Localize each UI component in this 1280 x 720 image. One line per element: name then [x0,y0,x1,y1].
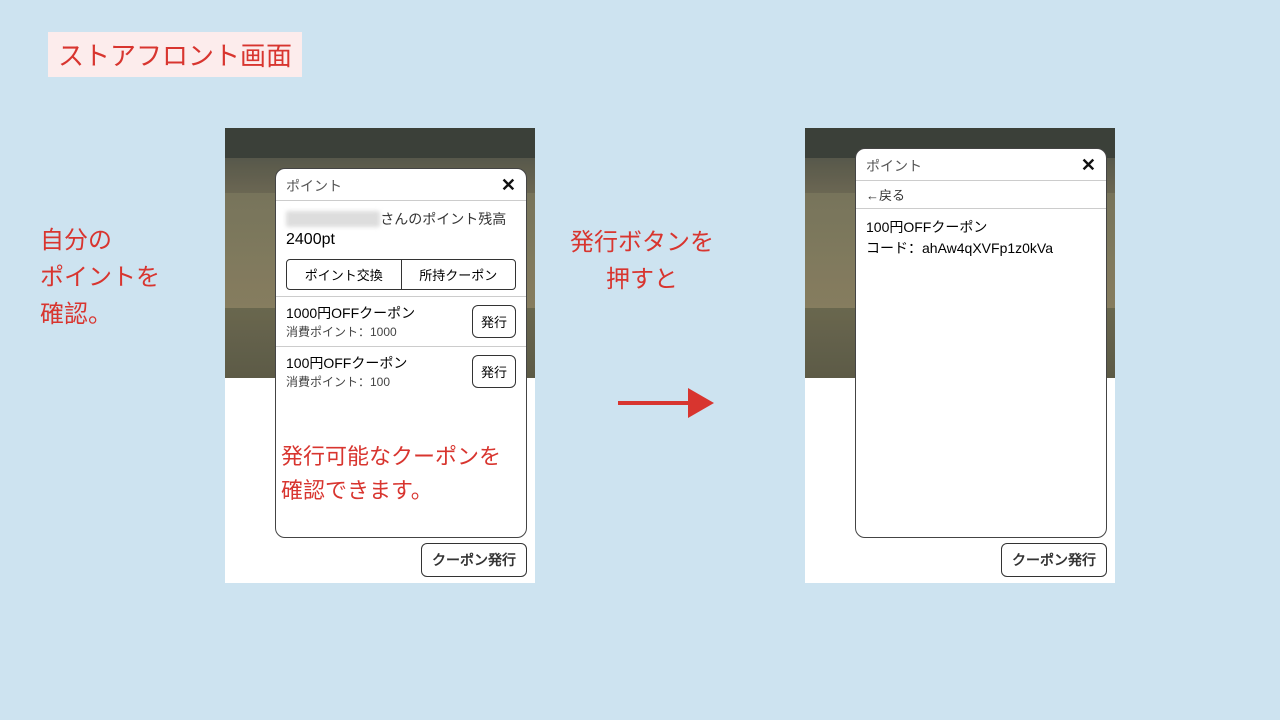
close-icon[interactable]: ✕ [1081,155,1096,176]
coupon-issue-footer-button[interactable]: クーポン発行 [1001,543,1107,577]
storefront-screenshot-right: ポイント ✕ ←戻る 100円OFFクーポン コード：ahAw4qXVFp1z0… [805,128,1115,583]
arrow-right-icon [618,388,718,418]
caption-check-points: 自分の ポイントを 確認。 [40,222,160,334]
coupon-title: 1000円OFFクーポン [286,303,415,323]
balance-owner-line: ShimodaKeikoさんのポイント残高 [276,201,526,229]
caption-available-coupons: 発行可能なクーポンを 確認できます。 [281,440,501,508]
customer-name-blurred: ShimodaKeiko [286,211,380,227]
modal-title: ポイント [866,156,922,176]
coupon-cost: 消費ポイント：1000 [286,323,415,340]
coupon-title: 100円OFFクーポン [286,353,407,373]
page-title: ストアフロント画面 [48,32,302,77]
coupon-code: ahAw4qXVFp1z0kVa [922,240,1053,256]
coupon-row: 100円OFFクーポン 消費ポイント：100 発行 [276,346,526,396]
modal-header: ポイント ✕ [856,149,1106,181]
close-icon[interactable]: ✕ [501,175,516,196]
caption-press-issue: 発行ボタンを 押すと [570,224,714,298]
points-modal: ポイント ✕ ←戻る 100円OFFクーポン コード：ahAw4qXVFp1z0… [855,148,1107,538]
tab-owned-coupons[interactable]: 所持クーポン [401,260,516,289]
modal-title: ポイント [286,176,342,196]
coupon-row: 1000円OFFクーポン 消費ポイント：1000 発行 [276,296,526,346]
issue-button[interactable]: 発行 [472,305,516,338]
coupon-cost: 消費ポイント：100 [286,373,407,390]
issued-coupon-title: 100円OFFクーポン [866,217,1096,238]
tab-point-exchange[interactable]: ポイント交換 [287,260,401,289]
balance-suffix: さんのポイント残高 [380,211,506,227]
modal-header: ポイント ✕ [276,169,526,201]
balance-points: 2400pt [276,229,526,255]
back-button[interactable]: ←戻る [856,181,1106,209]
coupon-issue-footer-button[interactable]: クーポン発行 [421,543,527,577]
issue-button[interactable]: 発行 [472,355,516,388]
tabs: ポイント交換 所持クーポン [286,259,516,290]
code-label: コード： [866,240,922,256]
issued-coupon-block: 100円OFFクーポン コード：ahAw4qXVFp1z0kVa [856,209,1106,267]
storefront-screenshot-left: ポイント ✕ ShimodaKeikoさんのポイント残高 2400pt ポイント… [225,128,535,583]
